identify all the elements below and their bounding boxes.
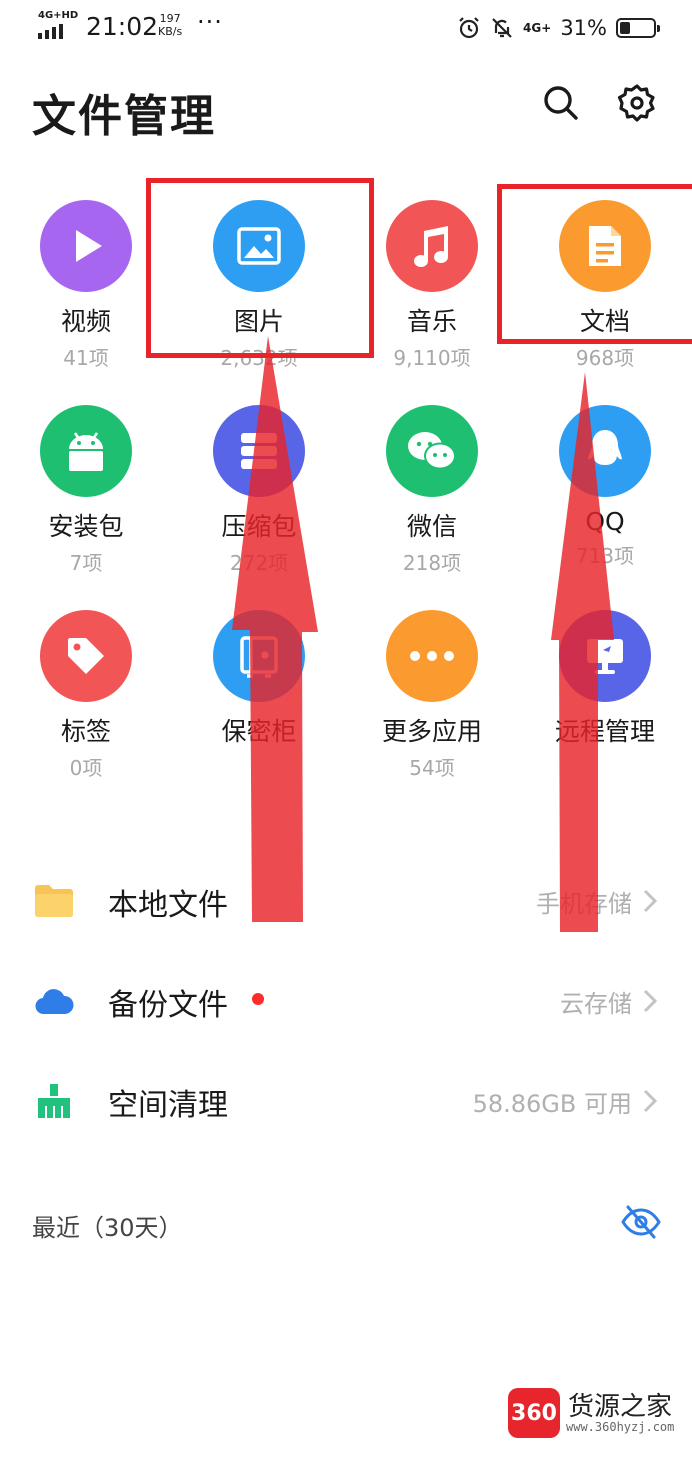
archive-icon bbox=[241, 433, 277, 469]
speed-value: 197 bbox=[159, 12, 181, 25]
category-vault[interactable]: 保密柜 bbox=[179, 610, 339, 752]
play-icon bbox=[76, 230, 102, 262]
category-music[interactable]: 音乐 9,110项 bbox=[352, 200, 512, 371]
list-subtitle: 手机存储 bbox=[536, 890, 632, 918]
category-count: 0项 bbox=[69, 756, 103, 780]
list-item-space-cleanup[interactable]: 空间清理 58.86GB 可用 bbox=[0, 1050, 692, 1150]
watermark-logo: 360 货源之家 www.360hyzj.com bbox=[508, 1386, 688, 1442]
eye-off-icon[interactable] bbox=[620, 1204, 662, 1240]
bell-off-icon bbox=[492, 18, 512, 38]
category-count: 272项 bbox=[229, 551, 289, 575]
category-music-circle bbox=[386, 200, 478, 292]
category-vault-circle bbox=[213, 610, 305, 702]
category-apk[interactable]: 安装包 7项 bbox=[6, 405, 166, 576]
category-wechat[interactable]: 微信 218项 bbox=[352, 405, 512, 576]
category-label: 更多应用 bbox=[381, 717, 482, 746]
category-wechat-circle bbox=[386, 405, 478, 497]
category-label: 微信 bbox=[406, 512, 457, 541]
category-apk-circle bbox=[40, 405, 132, 497]
monitor-icon bbox=[587, 639, 623, 674]
highlight-box-documents bbox=[497, 184, 692, 344]
category-qq-circle bbox=[559, 405, 651, 497]
category-count: 7项 bbox=[69, 551, 103, 575]
chevron-right-icon bbox=[643, 889, 658, 913]
category-qq[interactable]: QQ 713项 bbox=[525, 405, 685, 569]
category-video-circle bbox=[40, 200, 132, 292]
category-label: 音乐 bbox=[406, 307, 457, 336]
recent-section-label: 最近（30天） bbox=[32, 1214, 183, 1242]
page-title: 文件管理 bbox=[32, 91, 216, 142]
search-icon bbox=[544, 86, 578, 120]
network-type-right: 4G+ bbox=[523, 21, 552, 35]
watermark-name: 货源之家 bbox=[568, 1392, 673, 1422]
category-count: 9,110项 bbox=[393, 346, 471, 370]
category-label: 远程管理 bbox=[554, 717, 655, 746]
wechat-icon bbox=[408, 432, 456, 470]
category-label: 标签 bbox=[60, 717, 111, 746]
category-count: 218项 bbox=[402, 551, 462, 575]
category-label: 压缩包 bbox=[221, 512, 297, 541]
list-subtitle: 云存储 bbox=[560, 990, 632, 1018]
category-more-apps[interactable]: 更多应用 54项 bbox=[352, 610, 512, 781]
watermark-badge: 360 bbox=[508, 1388, 560, 1438]
tag-icon bbox=[68, 638, 104, 674]
status-bar: 4G+HD 21:02 197 KB/s ··· 4G+ 31% bbox=[0, 0, 692, 56]
category-count: 54项 bbox=[409, 756, 455, 780]
category-label: 保密柜 bbox=[221, 717, 297, 746]
category-more-apps-circle bbox=[386, 610, 478, 702]
list-title: 备份文件 bbox=[108, 988, 228, 1023]
category-remote[interactable]: 远程管理 bbox=[525, 610, 685, 752]
notification-dot bbox=[252, 993, 264, 1005]
folder-icon bbox=[35, 885, 73, 917]
category-label: 视频 bbox=[60, 307, 111, 336]
cloud-icon bbox=[35, 989, 74, 1015]
category-label: QQ bbox=[585, 507, 625, 536]
list-item-backup-files[interactable]: 备份文件 云存储 bbox=[0, 950, 692, 1050]
category-tags[interactable]: 标签 0项 bbox=[6, 610, 166, 781]
network-speed: 197 KB/s bbox=[158, 12, 182, 38]
category-archives-circle bbox=[213, 405, 305, 497]
list-title: 本地文件 bbox=[108, 888, 228, 923]
chevron-right-icon bbox=[643, 989, 658, 1013]
category-remote-circle bbox=[559, 610, 651, 702]
signal-bars-icon bbox=[38, 24, 63, 39]
highlight-box-images bbox=[146, 178, 374, 358]
category-archives[interactable]: 压缩包 272项 bbox=[179, 405, 339, 576]
list-item-local-files[interactable]: 本地文件 手机存储 bbox=[0, 850, 692, 950]
broom-icon bbox=[38, 1084, 70, 1118]
category-count: 713项 bbox=[575, 544, 635, 568]
qq-penguin-icon bbox=[588, 430, 622, 465]
more-dots-icon bbox=[410, 651, 454, 661]
clock: 21:02 bbox=[86, 12, 159, 41]
battery-fill bbox=[620, 22, 630, 34]
chevron-right-icon bbox=[643, 1089, 658, 1113]
safe-icon bbox=[240, 636, 278, 678]
list-title: 空间清理 bbox=[108, 1088, 228, 1123]
category-count: 968项 bbox=[575, 346, 635, 370]
music-note-icon bbox=[414, 226, 448, 267]
gear-icon bbox=[617, 84, 655, 122]
more-notifications-icon: ··· bbox=[197, 8, 223, 36]
category-video[interactable]: 视频 41项 bbox=[6, 200, 166, 371]
status-right: 4G+ 31% bbox=[457, 13, 660, 43]
settings-button[interactable] bbox=[614, 80, 660, 126]
watermark-url: www.360hyzj.com bbox=[566, 1420, 675, 1434]
category-label: 安装包 bbox=[48, 512, 124, 541]
signal-indicator: 4G+HD bbox=[38, 10, 78, 40]
android-icon bbox=[69, 432, 103, 471]
network-type-left: 4G+HD bbox=[38, 10, 79, 21]
search-button[interactable] bbox=[538, 80, 584, 126]
category-count: 41项 bbox=[63, 346, 109, 370]
battery-icon bbox=[616, 18, 660, 38]
alarm-icon bbox=[459, 17, 479, 39]
speed-unit: KB/s bbox=[158, 25, 183, 38]
battery-percent: 31% bbox=[560, 16, 607, 40]
category-tags-circle bbox=[40, 610, 132, 702]
list-subtitle: 58.86GB 可用 bbox=[472, 1090, 632, 1118]
